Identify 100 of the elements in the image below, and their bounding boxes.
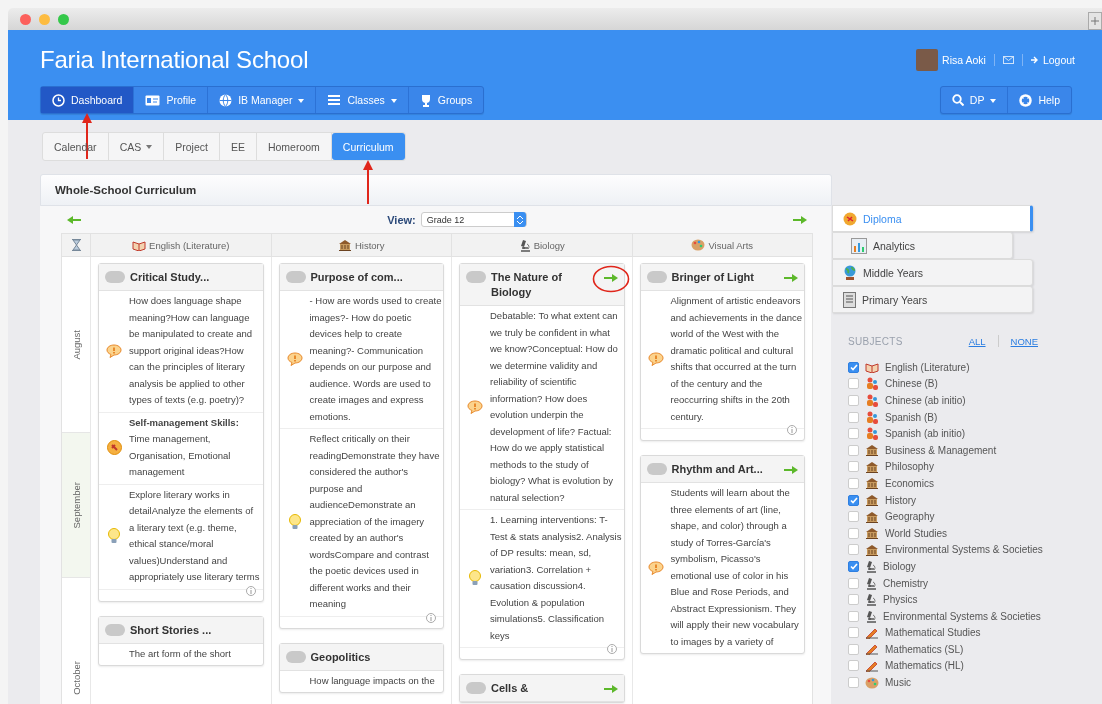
- checkbox[interactable]: [848, 643, 859, 655]
- subject-label: Music: [885, 677, 912, 689]
- programme-tab[interactable]: Analytics: [832, 232, 1013, 259]
- toolbar-button[interactable]: DP: [940, 87, 1008, 113]
- unit-title[interactable]: Bringer of Light: [671, 270, 779, 285]
- stepper-icon: [516, 214, 523, 225]
- zoom-button[interactable]: [58, 13, 69, 25]
- checkbox[interactable]: [848, 627, 859, 639]
- view-select[interactable]: Grade 12: [420, 212, 527, 227]
- checkbox[interactable]: [848, 527, 859, 539]
- checkbox[interactable]: [848, 560, 859, 572]
- subject-label: World Studies: [885, 527, 948, 539]
- view-label: View:: [387, 213, 416, 226]
- nav-button[interactable]: Profile: [134, 87, 208, 113]
- tab[interactable]: Project: [164, 133, 219, 160]
- checkbox[interactable]: [848, 677, 859, 689]
- checkbox[interactable]: [848, 577, 859, 589]
- checkbox[interactable]: [848, 461, 859, 473]
- tab[interactable]: CAS: [108, 133, 164, 160]
- hourglass-icon: [71, 239, 81, 251]
- seal-icon: [843, 211, 857, 226]
- programme-tab[interactable]: Primary Years: [832, 286, 1033, 313]
- toolbar-button[interactable]: Help: [1008, 87, 1071, 113]
- checkbox[interactable]: [848, 610, 859, 622]
- new-tab-button[interactable]: [1088, 12, 1102, 30]
- people-icon: [865, 427, 879, 441]
- subject-label: Geography: [885, 511, 935, 523]
- subject-label: Philosophy: [885, 461, 934, 473]
- lightbulb-icon: [288, 513, 301, 530]
- pencil-icon: [865, 626, 879, 639]
- trophy-icon: [419, 93, 432, 107]
- unit-text: Explore literary works in detailAnalyze the elements of a literary text (e.g. theme, ethical stance/moral values)Understand and appropriately use literary terms: [129, 487, 261, 584]
- programme-tab[interactable]: Diploma: [832, 205, 1033, 232]
- next-button[interactable]: [793, 215, 807, 224]
- building-icon: [865, 543, 879, 556]
- check-icon: [849, 363, 858, 371]
- checkbox[interactable]: [848, 494, 859, 506]
- people-icon: [865, 410, 879, 424]
- check-icon: [849, 496, 858, 504]
- help-icon: [1019, 93, 1033, 107]
- microscope-icon: [865, 559, 877, 573]
- subject-label: Mathematics (SL): [885, 643, 964, 655]
- unit-title[interactable]: Short Stories ...: [130, 622, 257, 638]
- pencil-icon: [865, 643, 879, 656]
- week-badge: [105, 271, 125, 283]
- nav-button[interactable]: Groups: [408, 87, 484, 113]
- week-badge: [105, 623, 125, 636]
- id-card-icon: [145, 94, 161, 106]
- checkbox[interactable]: [848, 544, 859, 556]
- subject-label: Business & Management: [885, 444, 997, 456]
- gauge-icon: [52, 93, 65, 107]
- unit-title[interactable]: Critical Study...: [130, 270, 257, 285]
- previous-button[interactable]: [67, 215, 81, 224]
- column-header: Visual Arts: [708, 239, 754, 251]
- unit-title[interactable]: Geopolitics: [310, 649, 437, 665]
- building-icon: [337, 239, 352, 251]
- document-icon: [843, 291, 856, 308]
- checkbox[interactable]: [848, 378, 859, 390]
- unit-title[interactable]: The Nature of Biology: [491, 270, 599, 300]
- checkbox[interactable]: [848, 428, 859, 440]
- speech-bubble-icon: [647, 352, 664, 366]
- checkbox[interactable]: [848, 361, 859, 373]
- subject-label: Chinese (B): [885, 378, 938, 390]
- people-icon: [865, 377, 879, 391]
- checkbox[interactable]: [848, 594, 859, 606]
- unit-text: How language impacts on the: [309, 673, 436, 688]
- select-none-link[interactable]: NONE: [1010, 335, 1038, 347]
- unit-title[interactable]: Rhythm and Art...: [671, 462, 779, 477]
- unit-title[interactable]: Purpose of com...: [310, 270, 437, 285]
- week-badge: [466, 271, 486, 283]
- programme-tab[interactable]: Middle Years: [832, 259, 1033, 286]
- medal-icon: [106, 440, 122, 455]
- week-badge: [285, 271, 306, 283]
- unit-text: - How are words used to create images?- How do poetic devices help to create meaning?- Communication depends on our purpose and audience. Words are used to create images and express emotions.: [309, 294, 442, 424]
- checkbox[interactable]: [848, 411, 859, 423]
- envelope-icon: [1002, 56, 1014, 64]
- nav-button[interactable]: Classes: [316, 87, 408, 113]
- globe-icon: [219, 93, 233, 107]
- arrow-right-icon: [793, 215, 807, 224]
- checkbox[interactable]: [848, 660, 859, 672]
- close-button[interactable]: [20, 13, 31, 25]
- subject-label: Economics: [885, 477, 934, 489]
- unit-text: Students will learn about the three elements of art (line, shape, and color) through a study of Torres-García's symbolism, Picasso's emotional use of color in his Blue and Rose Periods, and Abstract Expressionism. They will apply their new vocabulary to images by a variety of: [670, 486, 800, 649]
- subject-label: Spanish (B): [885, 411, 938, 423]
- nav-button[interactable]: IB Manager: [208, 87, 316, 113]
- checkbox[interactable]: [848, 511, 859, 523]
- checkbox[interactable]: [848, 444, 859, 456]
- select-all-link[interactable]: ALL: [968, 335, 986, 347]
- arrow-left-icon: [67, 215, 81, 224]
- checkbox[interactable]: [848, 395, 859, 406]
- minimize-button[interactable]: [39, 13, 50, 25]
- tab[interactable]: EE: [219, 133, 256, 160]
- subject-label: Environmental Systems & Societies: [883, 610, 1041, 622]
- nav-button[interactable]: Dashboard: [41, 87, 134, 113]
- building-icon: [865, 460, 879, 473]
- search-icon: [951, 94, 964, 106]
- pencil-icon: [865, 660, 879, 672]
- subject-label: Environmental Systems & Societies: [885, 544, 1043, 556]
- checkbox[interactable]: [848, 477, 859, 489]
- tab[interactable]: Homeroom: [256, 133, 331, 160]
